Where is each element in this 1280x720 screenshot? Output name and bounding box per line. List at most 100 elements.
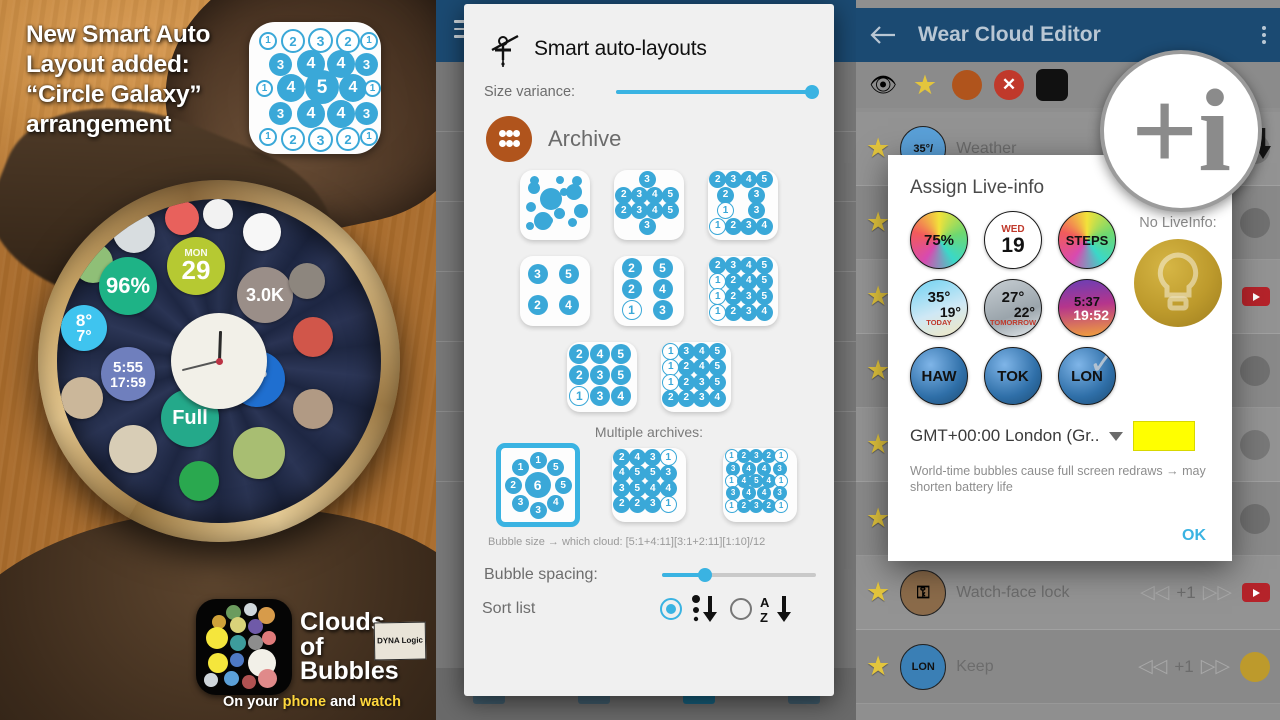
rewind-icon[interactable]: ◁◁ (1138, 655, 1167, 678)
logo-bubble (258, 669, 277, 688)
hour-hand (217, 330, 222, 362)
item-badge[interactable] (1240, 355, 1270, 386)
galaxy-bubble: 4 (297, 100, 325, 128)
color-swatch[interactable] (1133, 421, 1196, 451)
bubble-spacing-slider[interactable] (662, 567, 816, 583)
item-badge[interactable] (1240, 207, 1270, 238)
weather-today-bubble[interactable]: 35° 19° TODAY (910, 279, 968, 337)
tagline-and: and (326, 694, 360, 710)
layout-thumbnail-cloud-4x4[interactable]: 2345124512351234 (708, 256, 778, 326)
watch-bubble (61, 377, 103, 419)
dots-down-arrow-icon[interactable] (690, 594, 724, 624)
bulb-icon[interactable] (1240, 651, 1270, 682)
table-row[interactable]: ★ ⚿ Watch-face lock ◁◁ +1 ▷▷ (856, 556, 1280, 630)
item-name: Keep (956, 657, 994, 675)
size-variance-slider[interactable] (616, 84, 819, 100)
rewind-icon[interactable]: ◁◁ (1140, 581, 1169, 604)
star-icon[interactable]: ★ (866, 503, 890, 534)
star-icon[interactable]: ★ (866, 207, 890, 238)
forward-icon[interactable]: ▷▷ (1201, 655, 1230, 678)
thumb-bubble: 1 (569, 385, 590, 406)
battery-bubble[interactable]: 75% (910, 211, 968, 269)
multi-thumbnail-multi-grid-4x4[interactable]: 2431455335442231 (611, 448, 686, 522)
back-arrow-icon[interactable] (870, 25, 896, 45)
multi-thumbnail-multi-galaxy-5x5[interactable]: 12321344314541344312321 (723, 448, 798, 522)
sunrise-sunset-bubble[interactable]: 5:37 19:52 (1058, 279, 1116, 337)
galaxy-bubble: 3 (355, 53, 378, 76)
star-icon[interactable]: ★ (866, 355, 890, 386)
star-icon[interactable]: ★ (866, 577, 890, 608)
layout-thumbnail-cloud-stagger-a[interactable]: 245235134 (567, 342, 637, 412)
timezone-selector[interactable]: GMT+00:00 London (Gr.. (910, 421, 1210, 451)
youtube-icon[interactable] (1242, 287, 1270, 306)
archive-section-header[interactable]: Archive (486, 116, 816, 162)
multi-thumbnail-multi-circle-galaxy[interactable]: 615543321 (495, 443, 580, 527)
chevron-down-icon[interactable] (1109, 431, 1124, 441)
world-time-london-bubble[interactable]: LON ✓ (1058, 347, 1116, 405)
layout-thumbnail-cloud-columns-a[interactable]: 3234523453 (614, 170, 684, 240)
apps-grid-icon[interactable] (952, 70, 982, 100)
thumb-bubble: 3 (638, 217, 656, 235)
star-icon[interactable]: ★ (866, 651, 890, 682)
delete-icon[interactable]: ✕ (994, 70, 1024, 100)
world-time-tokyo-bubble[interactable]: TOK (984, 347, 1042, 405)
live-info-row: 75% WED 19 STEPS (910, 211, 1116, 269)
eye-icon[interactable]: 👁 (868, 70, 898, 100)
logo-bubble (244, 603, 257, 616)
galaxy-bubble: 4 (277, 74, 305, 102)
star-icon[interactable]: ★ (866, 281, 890, 312)
slider-knob[interactable] (805, 85, 819, 99)
layout-thumbnail-cloud-3x2[interactable]: 252413 (614, 256, 684, 326)
live-info-row: HAW TOK LON ✓ (910, 347, 1116, 405)
thumb-bubble: 2 (709, 257, 727, 275)
world-time-hawaii-bubble[interactable]: HAW (910, 347, 968, 405)
thumb-bubble: 2 (724, 272, 742, 290)
sort-by-size-radio[interactable] (660, 598, 682, 620)
star-icon[interactable]: ★ (910, 70, 940, 100)
az-down-arrow-icon[interactable]: A Z (760, 594, 794, 624)
sort-alphabetical-radio[interactable] (730, 598, 752, 620)
thumb-bubble: 1 (662, 343, 680, 361)
cloud-preview-icon[interactable] (1036, 69, 1068, 101)
bubble-label: 3.0K (245, 285, 285, 305)
more-vert-icon[interactable] (1262, 26, 1266, 44)
multiple-archives-label: Multiple archives: (594, 424, 704, 440)
weather-tomorrow-bubble[interactable]: 27° 22° TOMORROW (984, 279, 1042, 337)
steps-bubble[interactable]: STEPS (1058, 211, 1116, 269)
item-badge[interactable] (1240, 503, 1270, 534)
thumb-bubble: 3 (693, 374, 711, 392)
youtube-icon[interactable] (1242, 583, 1270, 602)
battery-warning-note: World-time bubbles cause full screen red… (910, 464, 1206, 495)
thumb-bubble: 3 (748, 186, 765, 204)
bubble-size-formula: Bubble size → which cloud: [5:1+4:11][3:… (488, 536, 766, 548)
bulb-icon[interactable] (1134, 239, 1222, 327)
galaxy-bubble: 4 (327, 100, 355, 128)
thumb-bubble: 3 (740, 288, 758, 306)
smartwatch-photo: 96%MON293.0K8°7°5:5517:598°Full (38, 180, 400, 542)
ok-button[interactable]: OK (1182, 527, 1206, 545)
layout-thumbnail-cloud-random[interactable] (520, 170, 590, 240)
item-badge[interactable] (1240, 429, 1270, 460)
thumb-bubble: 3 (724, 171, 742, 189)
logo-bubble (206, 627, 228, 649)
item-bubble-icon[interactable]: ⚿ (900, 569, 947, 616)
forward-icon[interactable]: ▷▷ (1203, 581, 1232, 604)
thumb-bubble: 4 (590, 344, 610, 365)
layout-thumbnail-cloud-columns-b[interactable]: 234523131234 (708, 170, 778, 240)
slider-knob[interactable] (698, 568, 713, 582)
thumb-bubble: 5 (554, 477, 572, 494)
star-icon[interactable]: ★ (866, 133, 890, 164)
layout-thumbnail-cloud-stagger-b[interactable]: 1345124512352234 (661, 342, 731, 412)
thumb-bubble: 2 (569, 344, 590, 365)
logo-bubble (242, 675, 256, 689)
layout-thumbnail-cloud-2x2[interactable]: 3524 (520, 256, 590, 326)
thumb-bubble: 2 (504, 477, 522, 494)
thumb-bubble: 2 (662, 389, 680, 407)
table-row[interactable]: ★ LON Keep ◁◁ +1 ▷▷ (856, 630, 1280, 704)
star-icon[interactable]: ★ (866, 429, 890, 460)
item-bubble-icon[interactable]: LON (900, 643, 947, 690)
dot (506, 140, 513, 147)
date-bubble[interactable]: WED 19 (984, 211, 1042, 269)
thumb-bubble: 1 (659, 449, 677, 467)
galaxy-bubble: 1 (360, 32, 378, 50)
